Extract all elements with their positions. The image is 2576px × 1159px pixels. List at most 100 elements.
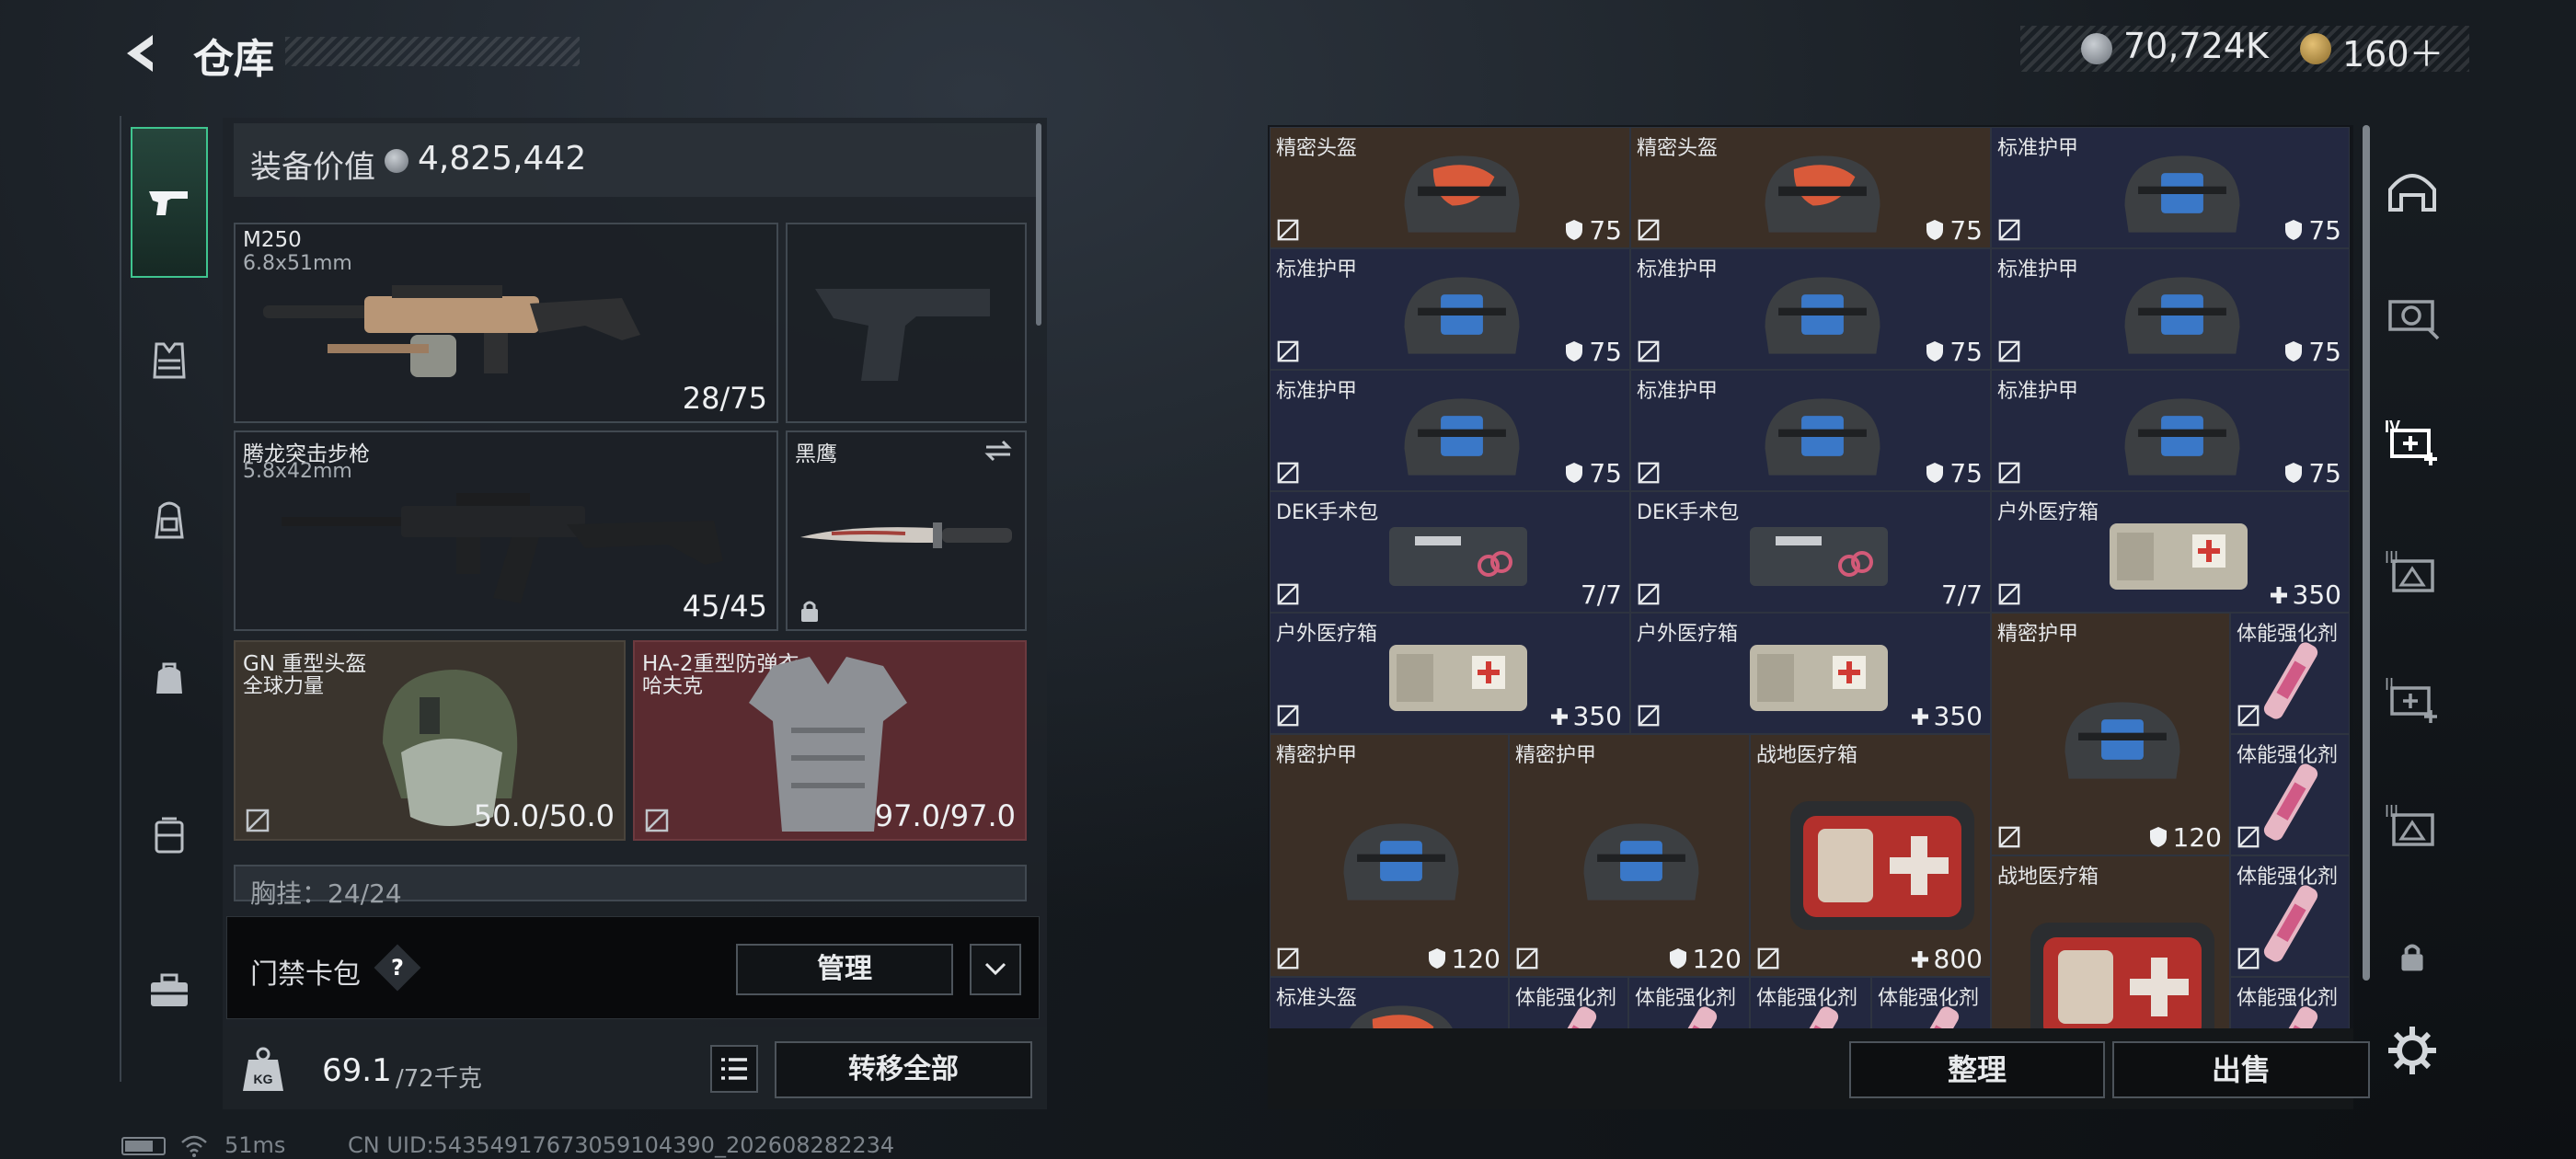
pistol-slot-empty[interactable] <box>786 223 1027 423</box>
weapon-ammo: 45/45 <box>682 589 767 624</box>
item-stat-value: 75 <box>1589 215 1622 246</box>
sort-button[interactable]: 整理 <box>1849 1041 2105 1098</box>
stash-item-cell[interactable]: 战地医疗箱 800 <box>1750 734 1991 977</box>
item-stat-value: 75 <box>1949 215 1983 246</box>
stash-item-cell[interactable]: 标准护甲 75 <box>1270 370 1630 491</box>
keycard-dropdown-button[interactable] <box>970 944 1021 995</box>
machine-gun-icon <box>263 285 640 377</box>
gold-coin-icon[interactable] <box>2300 33 2331 64</box>
help-icon-glyph[interactable]: ? <box>381 951 414 984</box>
medbox-icon <box>1389 645 1527 711</box>
secondary-weapon-slot[interactable]: 腾龙突击步枪 5.8x42mm 45/45 <box>234 430 778 631</box>
nav-chest-rig[interactable] <box>131 322 208 399</box>
tier3-helmet-icon[interactable]: III <box>2383 797 2442 855</box>
item-stat-value: 7/7 <box>1940 580 1983 610</box>
stash-item-cell[interactable]: DEK手术包 7/7 <box>1630 491 1991 613</box>
nav-bag[interactable] <box>131 640 208 717</box>
nav-backpack[interactable] <box>131 482 208 559</box>
transfer-all-button[interactable]: 转移全部 <box>775 1041 1032 1098</box>
silver-coin-icon <box>385 149 408 173</box>
stash-scrollbar[interactable] <box>2363 125 2370 981</box>
no-insure-icon <box>1638 219 1660 241</box>
stash-item-cell[interactable]: 体能强化剂 <box>1750 977 1871 1028</box>
shield-icon <box>2285 220 2303 240</box>
stash-grid: 精密头盔 75 精密头盔 75 标准护甲 75 标准护甲 75 标准护甲 75 标准护甲 75 标准护甲… <box>1270 127 2355 1028</box>
loadout-scrollbar[interactable] <box>1036 123 1041 326</box>
helmet-slot[interactable]: GN 重型头盔 全球力量 50.0/50.0 <box>234 640 626 841</box>
stash-item-cell[interactable]: 体能强化剂 <box>2230 613 2350 734</box>
stash-item-cell[interactable]: 精密头盔 75 <box>1630 127 1991 248</box>
melee-slot[interactable]: 黑鹰 <box>786 430 1027 631</box>
nav-weapons[interactable] <box>131 127 208 278</box>
pistol-silhouette-icon <box>815 289 990 381</box>
tier3-armor-icon[interactable]: III <box>2383 543 2442 602</box>
stash-item-cell[interactable]: 战地医疗箱 <box>1991 855 2230 1028</box>
stash-item-cell[interactable]: 精密护甲 120 <box>1509 734 1750 977</box>
item-name: 标准护甲 <box>1637 258 1719 281</box>
stash-item-cell[interactable]: 标准护甲 75 <box>1630 370 1991 491</box>
stash-item-cell[interactable]: 标准护甲 75 <box>1991 248 2350 370</box>
primary-weapon-slot[interactable]: M250 6.8x51mm 28/75 <box>234 223 778 423</box>
silver-coin-icon <box>2081 33 2112 64</box>
stash-item-cell[interactable]: DEK手术包 7/7 <box>1270 491 1630 613</box>
page-title: 仓库 <box>193 36 274 83</box>
armor-slot[interactable]: HA-2重型防弹衣 哈夫克 97.0/97.0 <box>633 640 1027 841</box>
stash-item-cell[interactable]: 体能强化剂 <box>1871 977 1991 1028</box>
tier2-medkit-icon[interactable]: II <box>2383 670 2442 729</box>
no-insure-icon <box>1998 340 2020 362</box>
stash-item-cell[interactable]: 精密护甲 120 <box>1991 613 2230 855</box>
shield-icon <box>1926 341 1944 361</box>
item-name: 体能强化剂 <box>2237 623 2339 646</box>
item-stat: 7/7 <box>1941 580 1983 610</box>
currency-gold-value[interactable]: 160＋ <box>2342 26 2444 76</box>
stash-item-cell[interactable]: 户外医疗箱 350 <box>1270 613 1630 734</box>
stash-item-cell[interactable]: 户外医疗箱 350 <box>1630 613 1991 734</box>
stash-item-cell[interactable]: 标准护甲 75 <box>1991 370 2350 491</box>
nav-container[interactable] <box>131 797 208 874</box>
stash-item-cell[interactable]: 体能强化剂 <box>2230 734 2350 855</box>
stash-item-cell[interactable]: 标准护甲 75 <box>1270 248 1630 370</box>
dome-icon[interactable] <box>2383 162 2442 221</box>
back-arrow-icon[interactable] <box>118 29 166 77</box>
vest-rig-icon <box>153 342 186 379</box>
tier4-medkit-icon[interactable]: IV <box>2383 412 2442 471</box>
ping-readout: 51ms <box>224 1132 286 1158</box>
item-name: 户外医疗箱 <box>1637 623 1739 646</box>
stash-item-cell[interactable]: 户外医疗箱 350 <box>1991 491 2350 613</box>
stash-item-cell[interactable]: 标准护甲 75 <box>1991 127 2350 248</box>
item-name: 体能强化剂 <box>1878 987 1980 1010</box>
item-name: 体能强化剂 <box>1515 987 1617 1010</box>
scope-icon[interactable] <box>2383 285 2442 344</box>
no-insure-icon <box>1277 340 1299 362</box>
stash-item-cell[interactable]: 标准护甲 75 <box>1630 248 1991 370</box>
item-name: 精密护甲 <box>1515 744 1597 767</box>
lock-icon[interactable] <box>2396 940 2429 973</box>
no-insure-icon <box>645 809 669 832</box>
manage-button[interactable]: 管理 <box>736 944 953 995</box>
item-stat-value: 75 <box>1949 458 1983 488</box>
list-view-button[interactable] <box>710 1045 758 1093</box>
stash-item-cell[interactable]: 体能强化剂 <box>1509 977 1628 1028</box>
helmet-faction: 全球力量 <box>243 675 325 698</box>
swap-icon[interactable] <box>983 438 1014 464</box>
stash-item-cell[interactable]: 体能强化剂 <box>2230 855 2350 977</box>
item-stat: 75 <box>1926 458 1983 488</box>
no-insure-icon <box>1277 705 1299 727</box>
item-name: 体能强化剂 <box>1756 987 1858 1010</box>
item-stat-value: 75 <box>2308 337 2341 367</box>
stash-item-cell[interactable]: 体能强化剂 <box>2230 977 2350 1028</box>
nav-toolbox[interactable] <box>131 953 208 1030</box>
plus-icon <box>1911 951 1928 968</box>
sell-button[interactable]: 出售 <box>2112 1041 2370 1098</box>
stash-item-cell[interactable]: 标准头盔 <box>1270 977 1509 1028</box>
knife-icon <box>800 522 1012 548</box>
stash-item-cell[interactable]: 精密护甲 120 <box>1270 734 1509 977</box>
stash-item-cell[interactable]: 体能强化剂 <box>1628 977 1750 1028</box>
stash-item-cell[interactable]: 精密头盔 75 <box>1270 127 1630 248</box>
gear-icon[interactable] <box>2383 1021 2442 1080</box>
battery-icon <box>121 1137 166 1155</box>
shield-icon <box>2285 463 2303 483</box>
item-stat: 75 <box>1565 215 1622 246</box>
no-insure-icon <box>1277 462 1299 484</box>
weight-kg-icon: KG <box>243 1047 283 1091</box>
